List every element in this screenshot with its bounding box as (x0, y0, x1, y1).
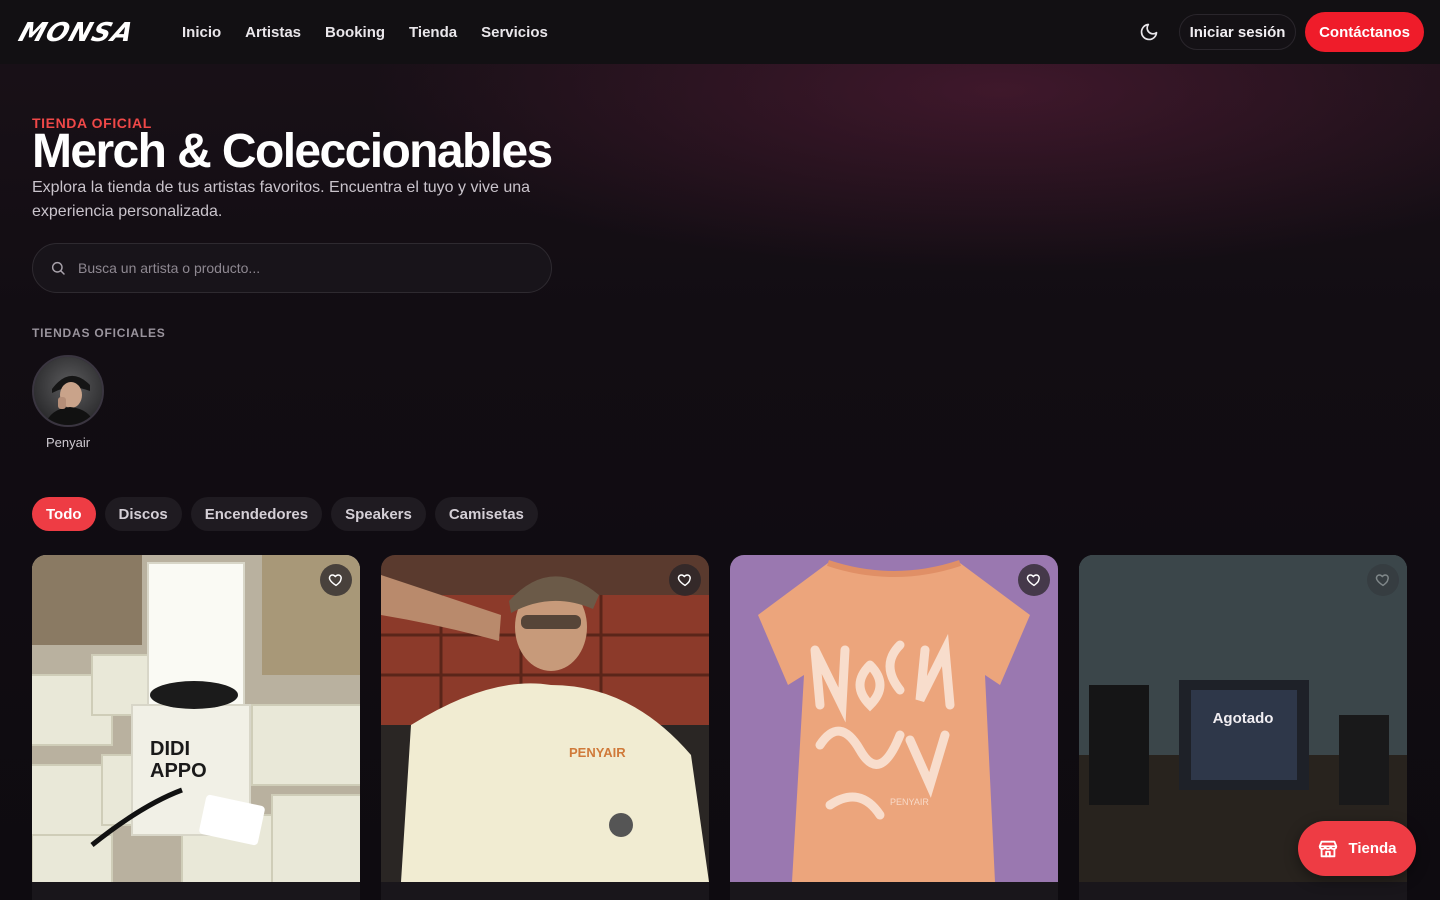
favorite-button[interactable] (669, 564, 701, 596)
svg-text:PENYAIR: PENYAIR (569, 745, 626, 760)
favorite-button[interactable] (1367, 564, 1399, 596)
contact-button[interactable]: Contáctanos (1305, 12, 1424, 52)
svg-text:DIDI: DIDI (150, 738, 190, 760)
filter-chip-speakers[interactable]: Speakers (331, 497, 426, 531)
theme-toggle-button[interactable] (1137, 20, 1161, 44)
product-image-tshirt-model: PENYAIR (381, 555, 709, 882)
page-title: Merch & Coleccionables (32, 125, 553, 178)
filter-chip-discos[interactable]: Discos (104, 497, 182, 531)
store-item-penyair[interactable]: Penyair (32, 355, 104, 450)
brand-logo[interactable]: MONSA (16, 20, 166, 44)
nav-link-tienda[interactable]: Tienda (409, 24, 457, 41)
filter-chip-encendedores[interactable]: Encendedores (190, 497, 323, 531)
main-nav: Inicio Artistas Booking Tienda Servicios (182, 0, 548, 64)
category-filters: Todo Discos Encendedores Speakers Camise… (32, 497, 538, 531)
store-name: Penyair (45, 435, 91, 450)
hero-subtitle: Explora la tienda de tus artistas favori… (32, 179, 531, 220)
nav-link-servicios[interactable]: Servicios (481, 24, 548, 41)
favorite-button[interactable] (320, 564, 352, 596)
search-bar (32, 243, 552, 293)
nav-link-inicio[interactable]: Inicio (182, 24, 221, 41)
store-icon (1319, 840, 1338, 857)
svg-text:PENYAIR: PENYAIR (890, 797, 929, 807)
brand-logo-text: MONSA (16, 20, 138, 44)
floating-store-label: Tienda (1348, 840, 1397, 857)
product-card[interactable]: PENYAIR (381, 555, 709, 900)
login-button[interactable]: Iniciar sesión (1179, 14, 1296, 50)
official-stores-label: TIENDAS OFICIALES (32, 326, 166, 340)
product-card[interactable]: PENYAIR (730, 555, 1058, 900)
svg-text:APPO: APPO (150, 760, 207, 782)
heart-icon (1375, 574, 1389, 587)
heart-icon (677, 574, 691, 587)
search-input[interactable] (78, 260, 518, 276)
heart-icon (1026, 574, 1040, 587)
floating-store-button[interactable]: Tienda (1298, 821, 1416, 876)
product-image-speaker-box: DIDI APPO (32, 555, 360, 882)
favorite-button[interactable] (1018, 564, 1050, 596)
filter-chip-todo[interactable]: Todo (32, 497, 96, 531)
heart-icon (328, 574, 342, 587)
product-card[interactable]: DIDI APPO (32, 555, 360, 900)
sold-out-badge: Agotado (1212, 710, 1274, 727)
filter-chip-camisetas[interactable]: Camisetas (434, 497, 538, 531)
top-navigation-bar: MONSA Inicio Artistas Booking Tienda Ser… (0, 0, 1440, 64)
nav-link-artistas[interactable]: Artistas (245, 24, 301, 41)
search-icon (51, 261, 65, 275)
nav-link-booking[interactable]: Booking (325, 24, 385, 41)
product-image-orange-tshirt: PENYAIR (730, 555, 1058, 882)
page: MONSA Inicio Artistas Booking Tienda Ser… (0, 0, 1440, 900)
avatar (32, 355, 104, 427)
moon-icon (1140, 23, 1158, 41)
